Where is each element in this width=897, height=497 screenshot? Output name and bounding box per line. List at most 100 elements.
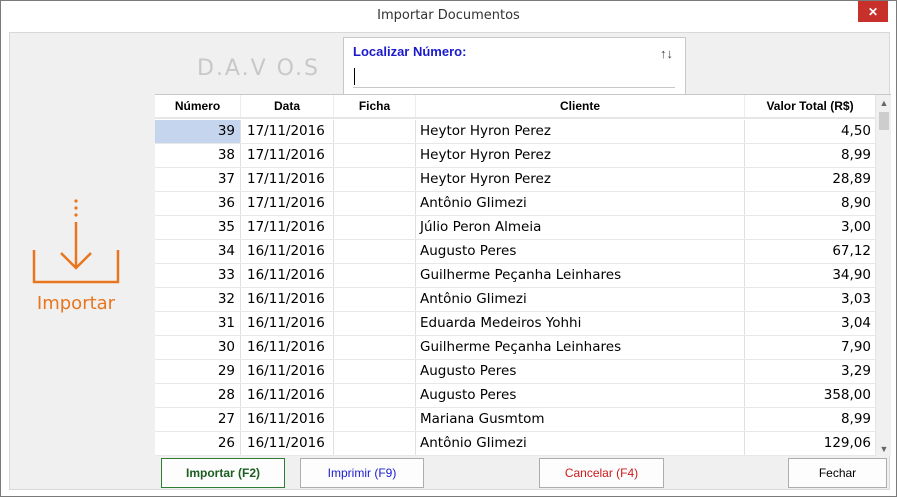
cell-ficha[interactable] <box>334 336 416 359</box>
table-row[interactable]: 30 16/11/2016 Guilherme Peçanha Leinhares 7… <box>155 336 875 360</box>
cell-numero[interactable]: 32 <box>155 288 241 311</box>
cell-cliente[interactable]: Eduarda Medeiros Yohhi <box>416 312 745 335</box>
cell-cliente[interactable]: Guilherme Peçanha Leinhares <box>416 264 745 287</box>
cell-valor-total[interactable]: 3,04 <box>745 312 875 335</box>
import-button[interactable]: Importar (F2) <box>161 458 285 488</box>
table-row[interactable]: 36 17/11/2016 Antônio GIimezi 8,90 <box>155 192 875 216</box>
cell-data[interactable]: 17/11/2016 <box>241 216 334 239</box>
cell-data[interactable]: 17/11/2016 <box>241 168 334 191</box>
window-close-button[interactable]: ✕ <box>858 1 888 22</box>
close-button[interactable]: Fechar <box>788 458 887 488</box>
cell-cliente[interactable]: Augusto Peres <box>416 360 745 383</box>
cell-valor-total[interactable]: 8,99 <box>745 144 875 167</box>
cell-ficha[interactable] <box>334 264 416 287</box>
cell-cliente[interactable]: Antônio GIimezi <box>416 192 745 215</box>
cell-data[interactable]: 17/11/2016 <box>241 192 334 215</box>
cell-numero[interactable]: 33 <box>155 264 241 287</box>
cell-numero[interactable]: 35 <box>155 216 241 239</box>
cell-ficha[interactable] <box>334 288 416 311</box>
cell-cliente[interactable]: Heytor Hyron Perez <box>416 120 745 143</box>
sort-toggle-icon[interactable]: ↑↓ <box>660 46 673 61</box>
cell-cliente[interactable]: Augusto Peres <box>416 240 745 263</box>
cell-valor-total[interactable]: 3,03 <box>745 288 875 311</box>
cell-data[interactable]: 16/11/2016 <box>241 240 334 263</box>
column-header-cliente[interactable]: Cliente <box>416 95 745 117</box>
cell-valor-total[interactable]: 8,99 <box>745 408 875 431</box>
cell-ficha[interactable] <box>334 312 416 335</box>
cell-data[interactable]: 16/11/2016 <box>241 384 334 407</box>
vertical-scrollbar[interactable]: ▲ ▼ <box>875 95 891 456</box>
cell-data[interactable]: 16/11/2016 <box>241 432 334 455</box>
import-side-label[interactable]: Importar <box>10 293 142 314</box>
cell-valor-total[interactable]: 8,90 <box>745 192 875 215</box>
table-row[interactable]: 39 17/11/2016 Heytor Hyron Perez 4,50 <box>155 120 875 144</box>
table-row[interactable]: 28 16/11/2016 Augusto Peres 358,00 <box>155 384 875 408</box>
column-header-numero[interactable]: Número <box>155 95 241 117</box>
cell-numero[interactable]: 27 <box>155 408 241 431</box>
cell-cliente[interactable]: Antônio GIimezi <box>416 432 745 455</box>
cell-numero[interactable]: 30 <box>155 336 241 359</box>
column-header-ficha[interactable]: Ficha <box>334 95 416 117</box>
cell-valor-total[interactable]: 3,29 <box>745 360 875 383</box>
table-row[interactable]: 29 16/11/2016 Augusto Peres 3,29 <box>155 360 875 384</box>
cell-data[interactable]: 16/11/2016 <box>241 336 334 359</box>
cell-data[interactable]: 16/11/2016 <box>241 408 334 431</box>
cell-valor-total[interactable]: 67,12 <box>745 240 875 263</box>
cell-data[interactable]: 16/11/2016 <box>241 312 334 335</box>
cell-numero[interactable]: 26 <box>155 432 241 455</box>
cell-ficha[interactable] <box>334 168 416 191</box>
table-row[interactable]: 26 16/11/2016 Antônio GIimezi 129,06 <box>155 432 875 456</box>
cell-numero[interactable]: 28 <box>155 384 241 407</box>
cell-ficha[interactable] <box>334 360 416 383</box>
column-header-data[interactable]: Data <box>241 95 334 117</box>
cell-numero[interactable]: 29 <box>155 360 241 383</box>
cell-cliente[interactable]: Mariana Gusmtom <box>416 408 745 431</box>
cell-data[interactable]: 16/11/2016 <box>241 360 334 383</box>
cell-ficha[interactable] <box>334 120 416 143</box>
table-row[interactable]: 34 16/11/2016 Augusto Peres 67,12 <box>155 240 875 264</box>
cell-numero[interactable]: 31 <box>155 312 241 335</box>
cell-numero[interactable]: 34 <box>155 240 241 263</box>
cell-cliente[interactable]: Heytor Hyron Perez <box>416 144 745 167</box>
table-row[interactable]: 27 16/11/2016 Mariana Gusmtom 8,99 <box>155 408 875 432</box>
cell-data[interactable]: 16/11/2016 <box>241 288 334 311</box>
cell-ficha[interactable] <box>334 240 416 263</box>
table-row[interactable]: 33 16/11/2016 Guilherme Peçanha Leinhares 3… <box>155 264 875 288</box>
cell-data[interactable]: 17/11/2016 <box>241 120 334 143</box>
scroll-down-icon[interactable]: ▼ <box>876 441 891 456</box>
cell-cliente[interactable]: Antônio GIimezi <box>416 288 745 311</box>
cell-ficha[interactable] <box>334 144 416 167</box>
table-row[interactable]: 31 16/11/2016 Eduarda Medeiros Yohhi 3,04 <box>155 312 875 336</box>
cell-numero[interactable]: 39 <box>155 120 241 143</box>
table-row[interactable]: 37 17/11/2016 Heytor Hyron Perez 28,89 <box>155 168 875 192</box>
cell-ficha[interactable] <box>334 384 416 407</box>
scroll-thumb[interactable] <box>879 112 889 130</box>
cell-ficha[interactable] <box>334 432 416 455</box>
column-header-valor-total[interactable]: Valor Total (R$) <box>745 95 875 117</box>
table-row[interactable]: 38 17/11/2016 Heytor Hyron Perez 8,99 <box>155 144 875 168</box>
cell-valor-total[interactable]: 7,90 <box>745 336 875 359</box>
table-row[interactable]: 32 16/11/2016 Antônio GIimezi 3,03 <box>155 288 875 312</box>
cancel-button[interactable]: Cancelar (F4) <box>539 458 664 488</box>
cell-ficha[interactable] <box>334 216 416 239</box>
cell-valor-total[interactable]: 129,06 <box>745 432 875 455</box>
cell-cliente[interactable]: Guilherme Peçanha Leinhares <box>416 336 745 359</box>
search-number-input[interactable] <box>353 62 675 88</box>
scroll-up-icon[interactable]: ▲ <box>876 95 891 111</box>
cell-ficha[interactable] <box>334 192 416 215</box>
cell-valor-total[interactable]: 3,00 <box>745 216 875 239</box>
cell-numero[interactable]: 38 <box>155 144 241 167</box>
print-button[interactable]: Imprimir (F9) <box>300 458 424 488</box>
cell-valor-total[interactable]: 28,89 <box>745 168 875 191</box>
cell-ficha[interactable] <box>334 408 416 431</box>
cell-valor-total[interactable]: 358,00 <box>745 384 875 407</box>
cell-data[interactable]: 16/11/2016 <box>241 264 334 287</box>
cell-numero[interactable]: 36 <box>155 192 241 215</box>
cell-valor-total[interactable]: 4,50 <box>745 120 875 143</box>
cell-cliente[interactable]: Júlio Peron Almeia <box>416 216 745 239</box>
table-row[interactable]: 35 17/11/2016 Júlio Peron Almeia 3,00 <box>155 216 875 240</box>
cell-numero[interactable]: 37 <box>155 168 241 191</box>
cell-data[interactable]: 17/11/2016 <box>241 144 334 167</box>
cell-cliente[interactable]: Augusto Peres <box>416 384 745 407</box>
cell-cliente[interactable]: Heytor Hyron Perez <box>416 168 745 191</box>
